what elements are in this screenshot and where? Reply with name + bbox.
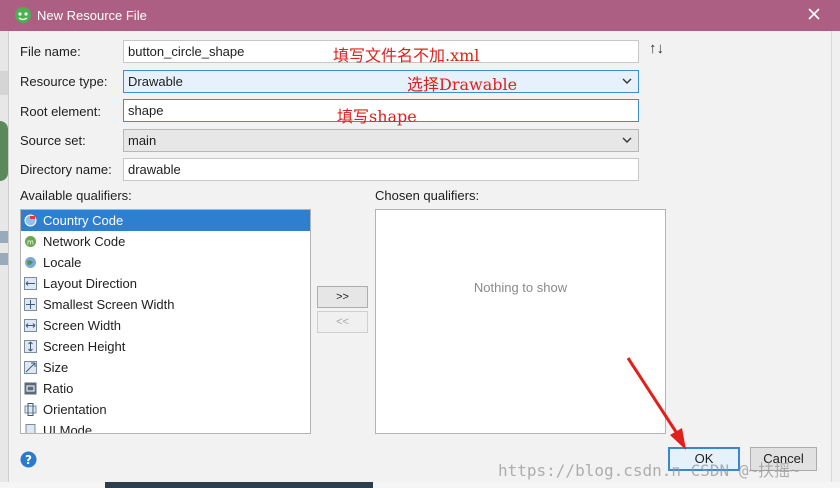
qualifier-item-size[interactable]: Size	[21, 357, 310, 378]
chevron-down-icon	[622, 78, 632, 84]
qualifier-item-screen-width[interactable]: Screen Width	[21, 315, 310, 336]
qualifier-item-screen-height[interactable]: Screen Height	[21, 336, 310, 357]
layout-direction-icon	[24, 277, 37, 290]
root-element-label: Root element:	[20, 104, 101, 119]
chosen-qualifiers-label: Chosen qualifiers:	[375, 188, 480, 203]
title-bar: New Resource File	[0, 0, 840, 31]
empty-state-text: Nothing to show	[473, 280, 568, 295]
screen-height-icon	[24, 340, 37, 353]
qualifier-item-orientation[interactable]: Orientation	[21, 399, 310, 420]
qualifier-item-country-code[interactable]: Country Code	[21, 210, 310, 231]
file-name-label: File name:	[20, 44, 81, 59]
qualifier-item-ratio[interactable]: Ratio	[21, 378, 310, 399]
source-set-dropdown[interactable]: main	[123, 129, 639, 152]
background-window-right-edge	[831, 31, 840, 488]
help-icon[interactable]: ?	[20, 451, 37, 468]
ratio-icon	[24, 382, 37, 395]
qualifier-item-smallest-screen-width[interactable]: Smallest Screen Width	[21, 294, 310, 315]
resource-type-annotation: 选择Drawable	[407, 75, 518, 94]
available-qualifiers-label: Available qualifiers:	[20, 188, 132, 203]
root-element-annotation: 填写shape	[337, 107, 417, 126]
qualifier-item-ui-mode[interactable]: UI Mode	[21, 420, 310, 433]
new-resource-file-dialog: File name: button_circle_shape ↑↓ Resour…	[9, 31, 831, 482]
ui-mode-icon	[25, 424, 36, 433]
resource-type-label: Resource type:	[20, 74, 108, 89]
smallest-width-icon	[24, 298, 37, 311]
qualifier-item-layout-direction[interactable]: Layout Direction	[21, 273, 310, 294]
annotation-arrow-icon	[626, 357, 686, 450]
chevron-down-icon	[622, 137, 632, 143]
resource-type-dropdown[interactable]: Drawable	[123, 70, 639, 93]
globe-flag-icon	[24, 214, 37, 227]
add-qualifier-button[interactable]: >>	[317, 286, 368, 308]
svg-text:?: ?	[25, 453, 32, 467]
file-name-annotation: 填写文件名不加.xml	[333, 46, 480, 65]
android-studio-icon	[15, 7, 31, 23]
background-window-left-edge	[0, 31, 9, 488]
close-icon[interactable]	[806, 6, 822, 22]
orientation-icon	[24, 403, 37, 416]
taskbar-strip	[0, 482, 840, 488]
svg-text:m: m	[27, 239, 34, 247]
watermark-text: https://blog.csdn.n CSDN @~扶摇~	[498, 461, 800, 480]
qualifiers-scrollbar[interactable]	[310, 210, 311, 433]
window-title: New Resource File	[37, 8, 147, 23]
qualifier-item-network-code[interactable]: m Network Code	[21, 231, 310, 252]
screen-width-icon	[24, 319, 37, 332]
available-qualifiers-list[interactable]: Country Code m Network Code Locale Layou…	[20, 209, 311, 434]
source-set-label: Source set:	[20, 133, 86, 148]
directory-name-input[interactable]: drawable	[123, 158, 639, 181]
qualifier-item-locale[interactable]: Locale	[21, 252, 310, 273]
sort-icon[interactable]: ↑↓	[649, 40, 664, 57]
globe-icon	[25, 257, 36, 268]
directory-name-label: Directory name:	[20, 162, 112, 177]
size-icon	[24, 361, 37, 374]
remove-qualifier-button[interactable]: <<	[317, 311, 368, 333]
network-code-icon: m	[25, 236, 36, 247]
